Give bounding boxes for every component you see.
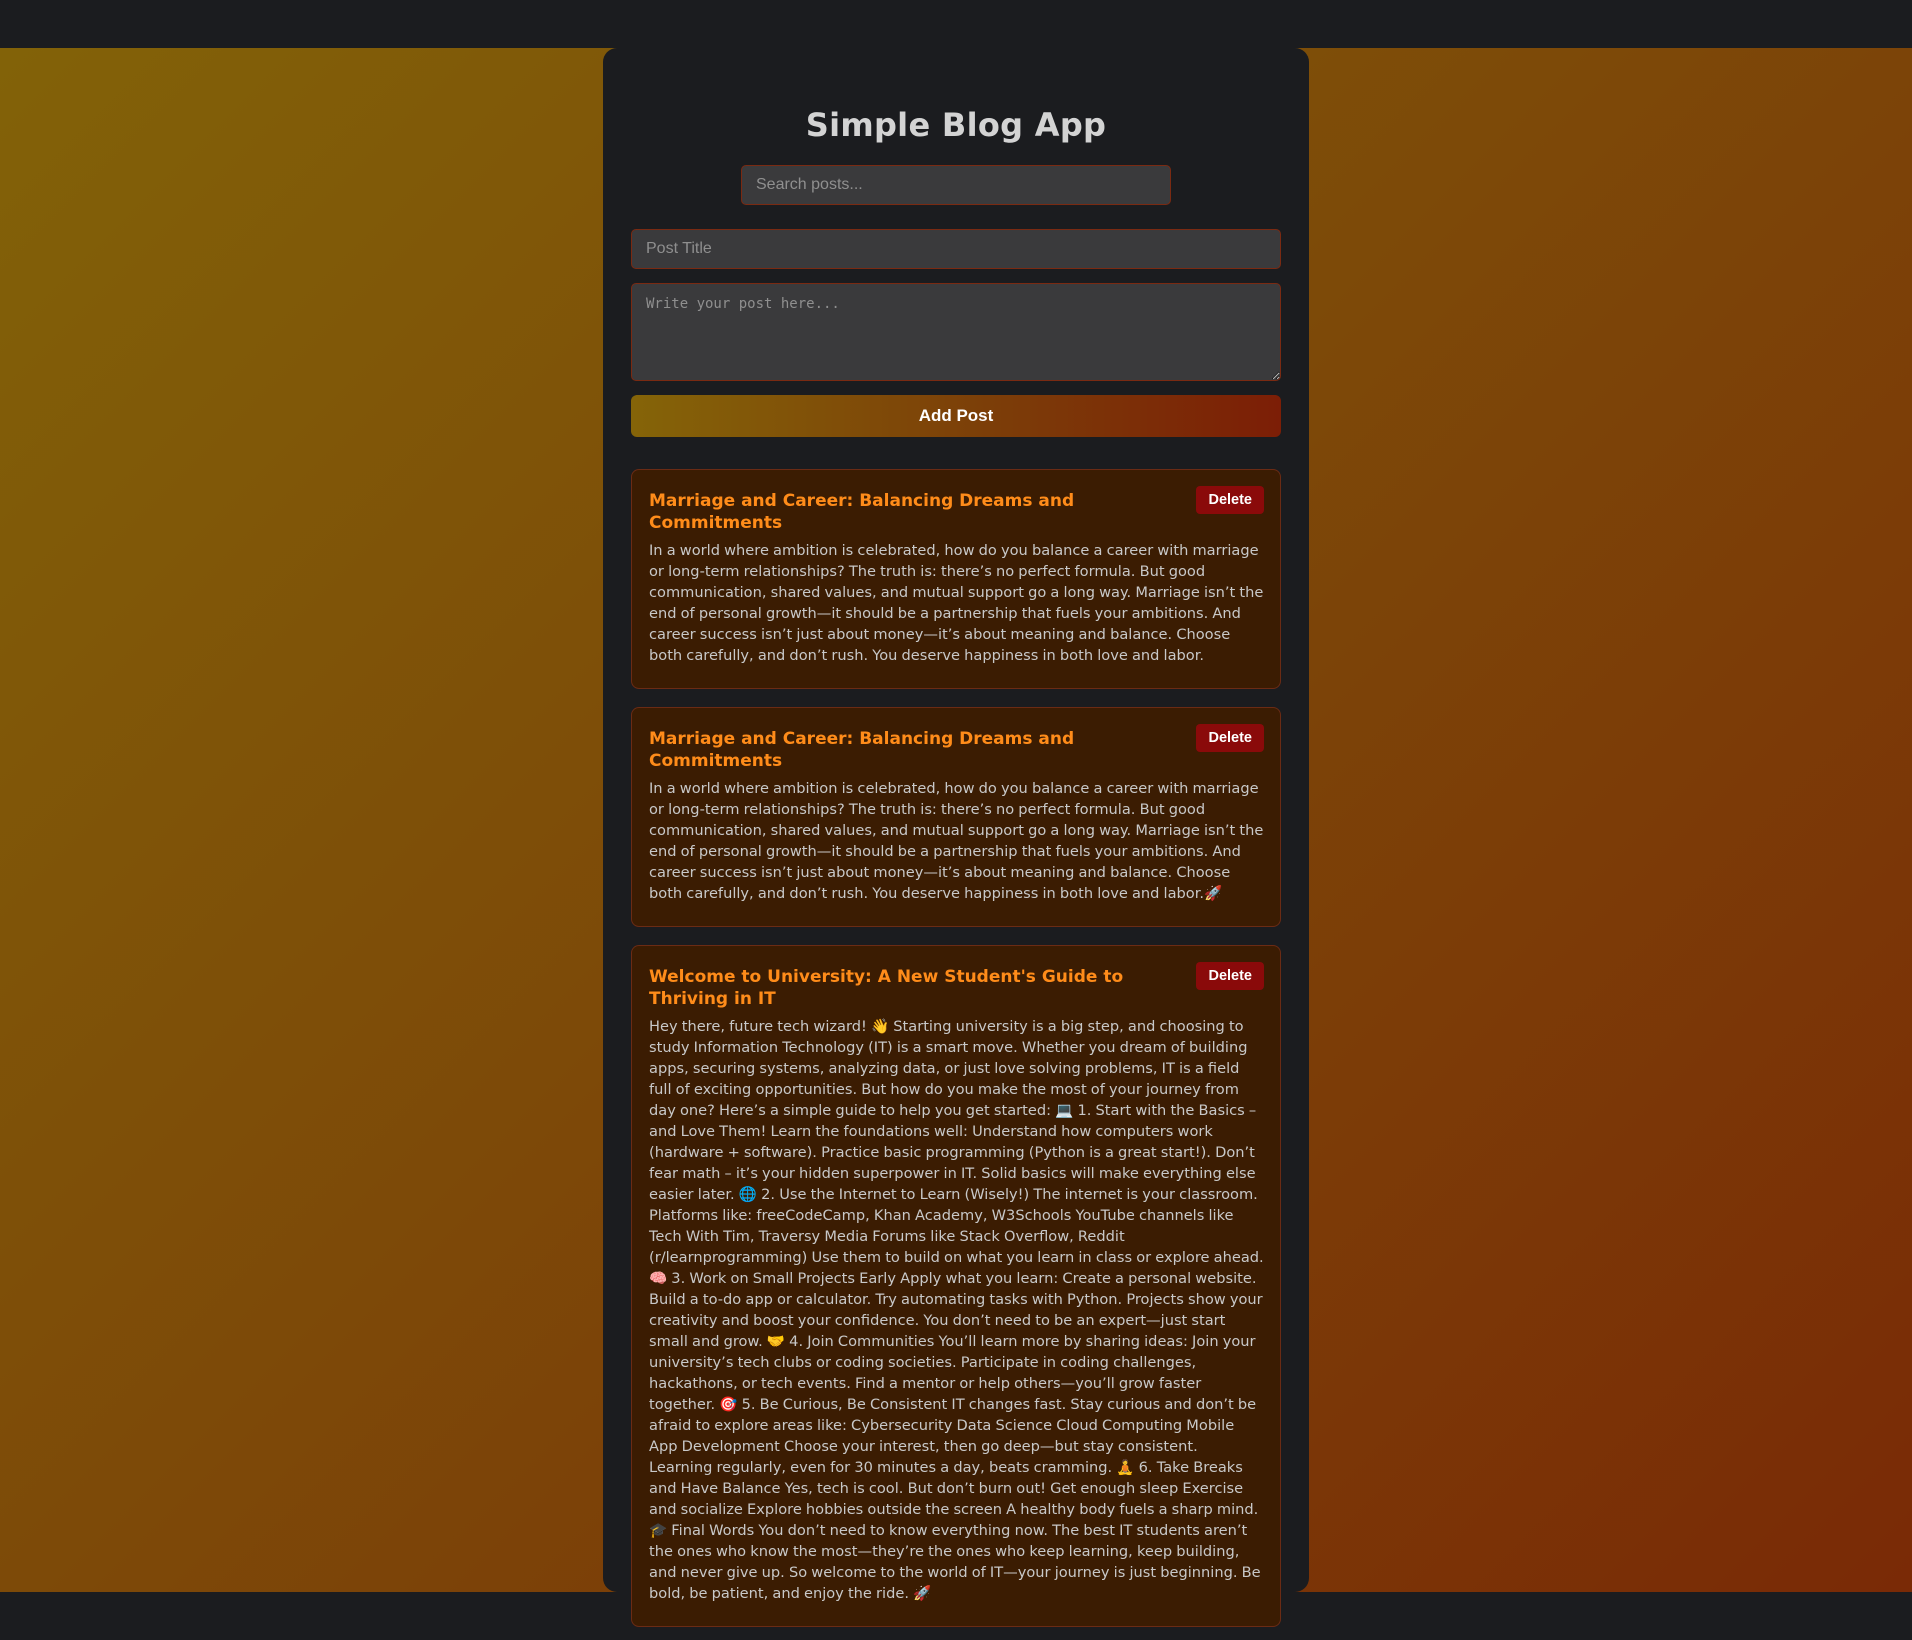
post-card: Marriage and Career: Balancing Dreams an… bbox=[631, 707, 1281, 927]
post-list: Marriage and Career: Balancing Dreams an… bbox=[631, 469, 1281, 1627]
post-header: Marriage and Career: Balancing Dreams an… bbox=[649, 724, 1264, 772]
post-body: In a world where ambition is celebrated,… bbox=[649, 542, 1264, 664]
post-title: Marriage and Career: Balancing Dreams an… bbox=[649, 491, 1075, 533]
new-post-form: Add Post bbox=[631, 229, 1281, 437]
post-body-textarea[interactable] bbox=[631, 283, 1281, 381]
post-card: Welcome to University: A New Student's G… bbox=[631, 945, 1281, 1627]
delete-post-button[interactable]: Delete bbox=[1196, 486, 1264, 514]
post-header: Welcome to University: A New Student's G… bbox=[649, 962, 1264, 1010]
app-title: Simple Blog App bbox=[805, 106, 1107, 144]
post-header: Marriage and Career: Balancing Dreams an… bbox=[649, 486, 1264, 534]
post-body: Hey there, future tech wizard! 👋 Startin… bbox=[649, 1018, 1264, 1602]
post-title: Marriage and Career: Balancing Dreams an… bbox=[649, 729, 1075, 771]
delete-post-button[interactable]: Delete bbox=[1196, 962, 1264, 990]
search-input[interactable] bbox=[741, 165, 1171, 205]
delete-post-button[interactable]: Delete bbox=[1196, 724, 1264, 752]
post-body: In a world where ambition is celebrated,… bbox=[649, 780, 1264, 902]
post-title-input[interactable] bbox=[631, 229, 1281, 269]
post-card: Marriage and Career: Balancing Dreams an… bbox=[631, 469, 1281, 689]
search-wrapper bbox=[741, 165, 1171, 205]
blog-container: Simple Blog App Add Post Marriage and Ca… bbox=[603, 48, 1309, 1627]
add-post-button[interactable]: Add Post bbox=[631, 395, 1281, 437]
post-title: Welcome to University: A New Student's G… bbox=[649, 967, 1124, 1009]
